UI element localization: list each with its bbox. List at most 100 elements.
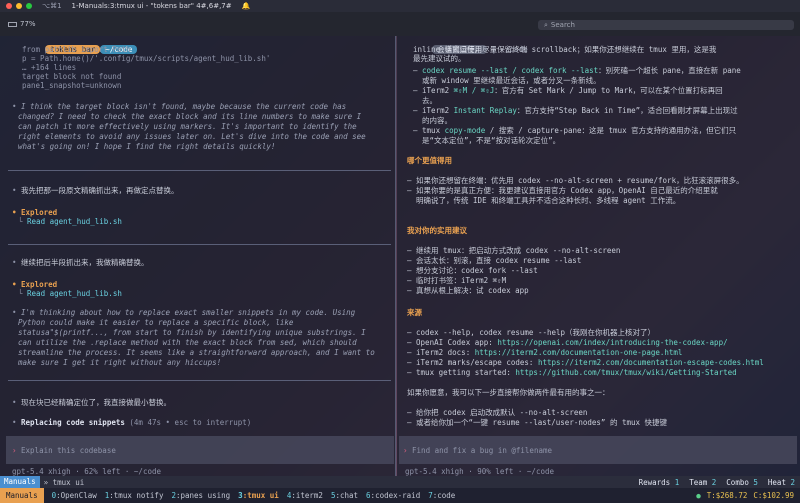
zoom-window-button[interactable] xyxy=(26,3,32,9)
answer-line: 去。 xyxy=(413,96,438,105)
answer-line: – 真想从根上解决：试 codex app xyxy=(407,286,529,295)
source-item[interactable]: – tmux getting started: https://github.c… xyxy=(407,368,737,377)
thought-line: Python could make it easier to replace a… xyxy=(18,318,294,327)
read-action: └ Read agent_hud_lib.sh xyxy=(18,217,122,226)
battery-level: 77% xyxy=(20,20,36,28)
prompt-chevron-icon: › xyxy=(12,446,22,455)
source-link: https://iterm2.com/documentation-one-pag… xyxy=(474,348,683,357)
tmux-window-panes-using[interactable]: 2:panes using xyxy=(171,491,230,500)
minimize-window-button[interactable] xyxy=(16,3,22,9)
divider xyxy=(8,170,391,171)
answer-line: – iTerm2 ⌘⇧M / ⌘⇧J：官方有 Set Mark / Jump t… xyxy=(413,86,723,95)
answer-line: inline 模式运行，尽量保留终端 scrollback；如果你还想继续在 t… xyxy=(413,45,717,54)
assistant-message: • 现在块已经精确定位了，我直接做最小替换。 xyxy=(12,398,172,407)
tmux-status-bottom: Manuals 0:OpenClaw 1:tmux notify 2:panes u… xyxy=(0,488,800,503)
working-status: • Replacing code snippets (4m 47s • esc … xyxy=(12,418,252,427)
source-item[interactable]: – iTerm2 docs: https://iterm2.com/docume… xyxy=(407,348,682,357)
thought-line: can patch it more effectively using mark… xyxy=(18,122,357,131)
tmux-window-iterm2[interactable]: 4:iterm2 xyxy=(287,491,323,500)
prompt-chevron-icon: › xyxy=(403,446,413,455)
thought-line: changed? I need to check the exact block… xyxy=(18,112,362,121)
code-line: … +164 lines xyxy=(22,63,77,72)
answer-line: 最先建议试的。 xyxy=(413,54,466,63)
window-titlebar: ⌥⌘1 1-Manuals:3:tmux ui - "tokens bar" 4… xyxy=(0,0,800,12)
answer-line: 是“文本定位”，不是“按对话轮次定位”。 xyxy=(413,136,561,145)
search-icon: ⌕ xyxy=(544,20,548,29)
rewards-counter: Rewards 1 xyxy=(638,477,680,487)
source-link: https://iterm2.com/documentation-escape-… xyxy=(537,358,764,367)
thought-line: can utilize the .replace method with the… xyxy=(18,338,357,347)
terminal-stage: tokens bar ~/code from pathlib import Pat… xyxy=(0,36,800,476)
window-shortcut: ⌥⌘1 xyxy=(42,2,62,10)
answer-line: – codex resume --last / codex fork --las… xyxy=(413,66,741,75)
answer-line: – 或者给你加一个“一键 resume --last/user-nodes” 的… xyxy=(407,418,668,427)
answer-line: – 临时打书签：iTerm2 ⌘⇧M xyxy=(407,276,507,285)
tmux-window-code[interactable]: 7:code xyxy=(428,491,455,500)
thought-line: streamline the process. It seems like a … xyxy=(18,348,375,357)
tmux-status-top: Manuals » tmux ui Rewards 1 Team 2 Combo… xyxy=(0,476,800,488)
thought-line: • I'm thinking about how to replace exac… xyxy=(12,308,356,317)
tmux-window-OpenClaw[interactable]: 0:OpenClaw xyxy=(52,491,97,500)
model-status: gpt-5.4 xhigh · 62% left · ~/code xyxy=(12,467,162,476)
team-counter: Team 2 xyxy=(689,477,717,487)
answer-line: 的内容。 xyxy=(413,116,453,125)
answer-line: – 继续用 tmux：把启动方式改成 codex --no-alt-screen xyxy=(407,246,621,255)
explored-label: • Explored xyxy=(12,208,58,217)
combo-counter: Combo 5 xyxy=(726,477,758,487)
heat-counter: Heat 2 xyxy=(767,477,795,487)
answer-line: 或新 window 里继续最近会话，或者分叉一条新线。 xyxy=(413,76,601,85)
answer-line: 明确说了，传统 IDE 和终端工具并不适合这种长时、多线程 agent 工作流。 xyxy=(407,196,681,205)
thought-line: • I think the target block isn't found, … xyxy=(12,102,347,111)
current-window: » tmux ui xyxy=(43,477,85,487)
thought-line: statusa"$(printf..., from start to finis… xyxy=(18,328,366,337)
section-heading: 来源 xyxy=(407,308,422,317)
thought-line: what's going on! I hope I find the right… xyxy=(18,142,276,151)
bell-icon: 🔔 xyxy=(241,2,251,10)
left-prompt-input[interactable]: › Explain this codebase xyxy=(6,436,394,464)
section-heading: 哪个更值得用 xyxy=(407,156,452,165)
code-line: target block not found xyxy=(22,72,122,81)
code-line: p = Path.home()/'.config/tmux/scripts/ag… xyxy=(22,54,271,63)
session-name: Manuals xyxy=(0,488,44,503)
assistant-message: • 继续把后半段抓出来，我做精确替换。 xyxy=(12,258,149,267)
read-action: └ Read agent_hud_lib.sh xyxy=(18,289,122,298)
prompt-placeholder: Explain this codebase xyxy=(21,446,116,455)
thought-line: right elements to avoid any issues later… xyxy=(18,132,366,141)
assistant-message: • 我先把那一段原文精确抓出来，再做定点替换。 xyxy=(12,186,179,195)
answer-line: – tmux copy-mode / 搜索 / capture-pane：这是 … xyxy=(413,126,737,135)
code-line: pane1_snapshot=unknown xyxy=(22,81,122,90)
cost-total: C:$102.99 xyxy=(753,491,794,500)
prompt-placeholder: Find and fix a bug in @filename xyxy=(412,446,553,455)
tmux-window-chat[interactable]: 5:chat xyxy=(331,491,358,500)
window-controls xyxy=(6,3,32,9)
source-link: https://openai.com/index/introducing-the… xyxy=(497,338,728,347)
source-item[interactable]: – OpenAI Codex app: https://openai.com/i… xyxy=(407,338,728,347)
window-title: 1-Manuals:3:tmux ui - "tokens bar" 4#,6#… xyxy=(71,2,232,10)
answer-line: – iTerm2 Instant Replay：官方支持“Step Back i… xyxy=(413,106,738,115)
source-item: – codex --help, codex resume --help（我刚在你… xyxy=(407,328,656,337)
section-heading: 我对你的实用建议 xyxy=(407,226,467,235)
explored-label: • Explored xyxy=(12,280,58,289)
tmux-window-tmux-ui[interactable]: 3:tmux ui xyxy=(238,491,279,500)
thought-line: make sure I get it right without any hic… xyxy=(18,358,222,367)
source-item[interactable]: – iTerm2 marks/escape codes: https://ite… xyxy=(407,358,764,367)
search-input[interactable]: ⌕ Search xyxy=(538,20,794,30)
answer-line: – 如果你要的是真正方便：我更建议直接用官方 Codex app，OpenAI … xyxy=(407,186,718,195)
right-pane[interactable]: 会话窗口使用 | ~/code inline 模式运行，尽量保留终端 scrol… xyxy=(397,36,800,476)
right-prompt-input[interactable]: › Find and fix a bug in @filename xyxy=(399,436,797,464)
search-placeholder: Search xyxy=(550,21,575,29)
code-line: from pathlib import Path xyxy=(22,45,131,54)
answer-line: – 想分支讨论：codex fork --last xyxy=(407,266,538,275)
divider xyxy=(8,380,391,381)
divider xyxy=(8,244,391,245)
answer-line: 如果你愿意，我可以下一步直接帮你做两件最有用的事之一： xyxy=(407,388,610,397)
status-ok-icon: ● xyxy=(696,491,701,500)
left-pane[interactable]: tokens bar ~/code from pathlib import Pat… xyxy=(0,36,396,476)
answer-line: – 给你把 codex 启动改成默认 --no-alt-screen xyxy=(407,408,588,417)
tmux-window-tmux-notify[interactable]: 1:tmux notify xyxy=(105,491,164,500)
answer-line: – 会话太长：别滚，直接 codex resume --last xyxy=(407,256,582,265)
close-window-button[interactable] xyxy=(6,3,12,9)
token-total: T:$268.72 xyxy=(706,491,748,500)
tmux-window-codex-raid[interactable]: 6:codex-raid xyxy=(366,491,420,500)
answer-line: – 如果你还想留在终端：优先用 codex --no-alt-screen + … xyxy=(407,176,744,185)
